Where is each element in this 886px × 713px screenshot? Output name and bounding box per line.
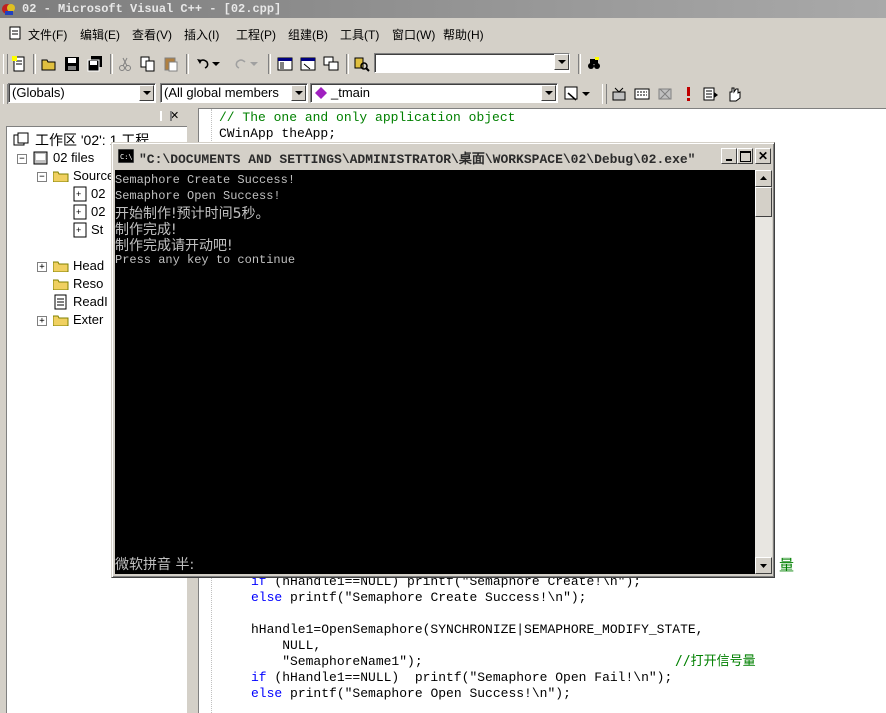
stop-build-icon[interactable] bbox=[654, 83, 676, 105]
window-title: 02 - Microsoft Visual C++ - [02.cpp] bbox=[22, 2, 282, 16]
console-icon: C:\ bbox=[118, 149, 134, 163]
menu-edit[interactable]: 编辑(E) bbox=[80, 26, 120, 43]
scroll-thumb[interactable] bbox=[755, 187, 772, 217]
method-icon bbox=[315, 87, 327, 99]
close-button[interactable]: ✕ bbox=[755, 148, 771, 164]
folder-icon bbox=[53, 261, 69, 272]
visual-cpp-icon bbox=[2, 4, 15, 15]
project-icon bbox=[33, 151, 48, 165]
open-folder-icon[interactable] bbox=[38, 53, 60, 75]
console-line: 制作完成请开动吧! bbox=[115, 238, 233, 254]
cpp-file-icon: + bbox=[73, 186, 87, 202]
class-combo-value: (Globals) bbox=[12, 85, 65, 100]
code-line: else printf("Semaphore Open Success!\n")… bbox=[251, 686, 571, 701]
scroll-up-button[interactable] bbox=[755, 170, 772, 187]
breakpoint-hand-icon[interactable] bbox=[723, 83, 745, 105]
find-in-files-icon[interactable] bbox=[351, 53, 373, 75]
pane-grip[interactable] bbox=[160, 111, 172, 121]
cpp-file-icon: + bbox=[73, 222, 87, 238]
folder-icon bbox=[53, 315, 69, 326]
member-dropdown-arrow[interactable] bbox=[541, 85, 556, 101]
workspace-icon bbox=[13, 132, 29, 146]
folder-icon bbox=[53, 279, 69, 290]
console-line: Press any key to continue bbox=[115, 253, 296, 267]
find-combo[interactable] bbox=[374, 53, 570, 73]
wizard-action-dropdown-icon[interactable] bbox=[580, 83, 592, 105]
menu-window[interactable]: 窗口(W) bbox=[392, 26, 435, 43]
menu-tools[interactable]: 工具(T) bbox=[340, 26, 379, 43]
menu-bar: 文件(F) 编辑(E) 查看(V) 插入(I) 工程(P) 组建(B) 工具(T… bbox=[0, 22, 886, 46]
save-all-icon[interactable] bbox=[84, 53, 106, 75]
expand-toggle[interactable]: + bbox=[37, 316, 47, 326]
wizard-bar: (Globals) (All global members _tmain bbox=[0, 80, 886, 108]
new-text-file-icon[interactable] bbox=[8, 53, 30, 75]
save-icon[interactable] bbox=[61, 53, 83, 75]
maximize-button[interactable] bbox=[737, 148, 753, 164]
title-bar: 02 - Microsoft Visual C++ - [02.cpp] bbox=[0, 0, 886, 18]
window-list-icon[interactable] bbox=[320, 53, 342, 75]
execute-icon[interactable] bbox=[677, 83, 699, 105]
code-line: if (hHandle1==NULL) printf("Semaphore Op… bbox=[251, 670, 673, 685]
expand-toggle[interactable]: + bbox=[37, 262, 47, 272]
code-line: "SemaphoreName1"); bbox=[251, 654, 423, 669]
cut-icon[interactable] bbox=[114, 53, 136, 75]
console-scrollbar[interactable] bbox=[755, 170, 772, 574]
build-icon[interactable] bbox=[631, 83, 653, 105]
class-dropdown-arrow[interactable] bbox=[139, 85, 154, 101]
code-comment: // The one and only application object bbox=[219, 110, 516, 125]
paste-icon[interactable] bbox=[160, 53, 182, 75]
console-title-bar[interactable]: C:\ "C:\DOCUMENTS AND SETTINGS\ADMINISTR… bbox=[115, 146, 771, 167]
code-line: hHandle1=OpenSemaphore(SYNCHRONIZE|SEMAP… bbox=[251, 622, 704, 637]
filter-combo[interactable]: (All global members bbox=[160, 83, 308, 103]
console-output[interactable]: Semaphore Create Success! Semaphore Open… bbox=[115, 170, 755, 574]
menu-file[interactable]: 文件(F) bbox=[28, 26, 67, 43]
code-line: else printf("Semaphore Create Success!\n… bbox=[251, 590, 587, 605]
console-title: "C:\DOCUMENTS AND SETTINGS\ADMINISTRATOR… bbox=[139, 152, 696, 167]
workspace-window-icon[interactable] bbox=[274, 53, 296, 75]
folder-open-icon bbox=[53, 171, 69, 182]
text-file-icon bbox=[54, 294, 67, 310]
svg-text:C:\: C:\ bbox=[120, 153, 133, 161]
document-icon[interactable] bbox=[8, 26, 22, 40]
ime-status: 微软拼音 半: bbox=[115, 557, 195, 573]
menu-build[interactable]: 组建(B) bbox=[288, 26, 328, 43]
output-window-icon[interactable] bbox=[297, 53, 319, 75]
collapse-toggle[interactable]: − bbox=[17, 154, 27, 164]
svg-text:+: + bbox=[76, 225, 81, 235]
copy-icon[interactable] bbox=[137, 53, 159, 75]
standard-toolbar bbox=[0, 50, 886, 78]
menu-view[interactable]: 查看(V) bbox=[132, 26, 172, 43]
code-line: CWinApp theApp; bbox=[219, 126, 337, 141]
go-icon[interactable] bbox=[700, 83, 722, 105]
member-combo-value: _tmain bbox=[331, 85, 371, 100]
svg-text:+: + bbox=[76, 189, 81, 199]
compile-icon[interactable] bbox=[608, 83, 630, 105]
filter-combo-value: (All global members bbox=[164, 85, 279, 100]
console-window[interactable]: C:\ "C:\DOCUMENTS AND SETTINGS\ADMINISTR… bbox=[111, 142, 775, 578]
find-dropdown-arrow[interactable] bbox=[554, 54, 569, 70]
cpp-file-icon: + bbox=[73, 204, 87, 220]
find-icon[interactable] bbox=[583, 53, 605, 75]
menu-insert[interactable]: 插入(I) bbox=[184, 26, 219, 43]
member-combo[interactable]: _tmain bbox=[310, 83, 558, 103]
undo-dropdown-icon[interactable] bbox=[210, 53, 222, 75]
filter-dropdown-arrow[interactable] bbox=[291, 85, 306, 101]
console-line: Semaphore Open Success! bbox=[115, 189, 281, 203]
scroll-down-button[interactable] bbox=[755, 557, 772, 574]
console-line: Semaphore Create Success! bbox=[115, 173, 296, 187]
code-line: NULL, bbox=[251, 638, 322, 653]
code-comment-fragment: 量 bbox=[779, 556, 795, 574]
menu-project[interactable]: 工程(P) bbox=[236, 26, 276, 43]
redo-dropdown-icon[interactable] bbox=[248, 53, 260, 75]
class-combo[interactable]: (Globals) bbox=[8, 83, 156, 103]
menu-help[interactable]: 帮助(H) bbox=[443, 26, 484, 43]
svg-text:+: + bbox=[76, 207, 81, 217]
code-comment: //打开信号量 bbox=[675, 654, 756, 669]
minimize-button[interactable] bbox=[721, 148, 737, 164]
collapse-toggle[interactable]: − bbox=[37, 172, 47, 182]
